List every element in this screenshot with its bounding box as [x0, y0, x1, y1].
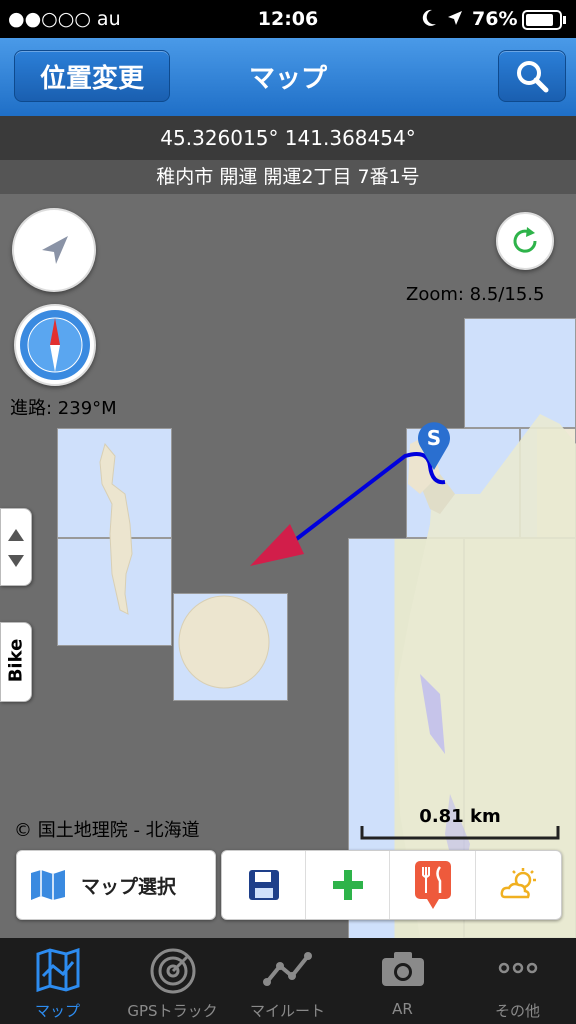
floppy-disk-icon	[248, 870, 279, 900]
map-icon	[36, 948, 79, 992]
battery-icon	[522, 10, 568, 34]
add-point-button[interactable]	[306, 851, 390, 919]
tab-my-route[interactable]: マイルート	[230, 938, 345, 1024]
address-readout: 稚内市 開運 開運2丁目 7番1号	[0, 160, 576, 194]
nav-bar: 位置変更 マップ	[0, 38, 576, 116]
plus-icon	[332, 870, 363, 900]
bike-mode-tab[interactable]: Bike	[0, 622, 32, 702]
more-dots-icon	[498, 962, 537, 974]
radar-icon	[150, 948, 195, 994]
tab-more[interactable]: その他	[460, 938, 575, 1024]
moon-icon	[420, 8, 438, 32]
bike-tab-label: Bike	[5, 638, 27, 683]
compass-icon	[20, 310, 90, 380]
weather-button[interactable]	[476, 851, 561, 919]
start-marker[interactable]: S	[416, 422, 452, 476]
action-toolbar	[221, 850, 562, 920]
camera-icon	[381, 952, 424, 986]
refresh-icon	[513, 227, 537, 253]
tab-map-label: マップ	[34, 1002, 80, 1020]
start-marker-label: S	[426, 426, 442, 450]
save-button[interactable]	[222, 851, 306, 919]
zoom-readout: Zoom: 8.5/15.5	[406, 284, 545, 305]
tab-ar-label: AR	[392, 1000, 413, 1018]
compass-button[interactable]	[14, 304, 96, 386]
map-attribution: © 国土地理院 - 北海道	[14, 820, 200, 841]
tab-map[interactable]: マップ	[0, 938, 115, 1024]
locate-button[interactable]	[12, 208, 96, 292]
tab-ar[interactable]: AR	[345, 938, 460, 1024]
map-view[interactable]: S 進路: 239°M Zoom: 8.5/15.5 Bike © 国土地理院 …	[0, 194, 576, 938]
map-select-label: マップ選択	[81, 875, 177, 898]
location-arrow-icon	[446, 9, 464, 31]
navigation-arrow-icon	[42, 236, 68, 264]
route-icon	[262, 952, 312, 986]
tab-more-label: その他	[494, 1002, 540, 1020]
scroll-toggle-tab[interactable]	[0, 508, 32, 586]
tab-gps-track-label: GPSトラック	[127, 1002, 218, 1020]
search-icon	[517, 61, 549, 93]
status-bar: ●●○○○ au 12:06 76%	[0, 0, 576, 38]
page-title: マップ	[248, 64, 327, 94]
tab-gps-track[interactable]: GPSトラック	[115, 938, 230, 1024]
battery-percent: 76%	[472, 8, 518, 30]
tab-bar: マップ GPSトラック マイルート AR その他	[0, 938, 576, 1024]
heading-readout: 進路: 239°M	[10, 398, 117, 419]
sun-cloud-icon	[500, 868, 536, 899]
folded-map-icon	[31, 870, 65, 900]
scale-bar: 0.81 km	[360, 806, 560, 840]
coordinates-readout: 45.326015° 141.368454°	[0, 116, 576, 160]
restaurant-button[interactable]	[390, 851, 476, 919]
map-select-button[interactable]: マップ選択	[16, 850, 216, 920]
restaurant-pin-icon	[414, 861, 451, 909]
refresh-button[interactable]	[496, 212, 554, 270]
up-down-arrows-icon	[8, 529, 24, 567]
search-button[interactable]	[498, 50, 566, 102]
tab-my-route-label: マイルート	[249, 1002, 325, 1020]
